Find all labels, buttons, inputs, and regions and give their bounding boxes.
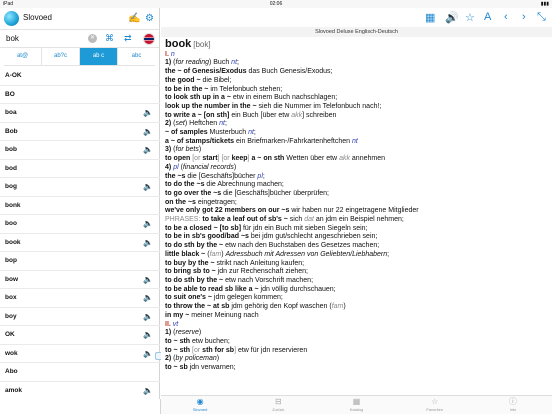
word-list-item[interactable]: book 🔈 <box>0 234 160 253</box>
word-list-item[interactable]: bop <box>0 252 160 271</box>
tab-zurück[interactable]: ⊟ Zurück <box>239 396 317 414</box>
word-label: Abo <box>5 368 18 375</box>
word-list-item[interactable]: wok 🔈 <box>0 345 160 364</box>
speaker-icon[interactable]: 🔈 <box>143 104 153 123</box>
language-flag-icon[interactable] <box>143 33 155 45</box>
status-bar: iPad 02:06 ▮▮▮ <box>0 0 552 8</box>
clock: 02:06 <box>269 1 283 7</box>
speaker-icon[interactable]: 🔈 <box>143 215 153 234</box>
left-bottom <box>0 399 161 414</box>
speaker-icon[interactable]: 🔈 <box>143 308 153 327</box>
word-label: A-OK <box>5 72 22 79</box>
word-label: Bob <box>5 127 18 135</box>
word-list: A-OK BO boa 🔈 Bob 🔈 bob 🔈 bod bog 🔈 bonk boo 🔈 book 🔈 bo… <box>0 67 160 400</box>
word-list-item[interactable]: OK 🔈 <box>0 326 160 345</box>
audio-icon[interactable]: 🔊 <box>445 11 459 24</box>
article-toolbar: ▦ 🔊 ☆ A ‹ › ⤡ <box>161 8 552 27</box>
tab-icon: ▦ <box>352 397 361 406</box>
tab-label: Zurück <box>272 407 285 412</box>
word-label: wok <box>5 349 18 357</box>
tab-icon: ⊟ <box>274 397 282 406</box>
dictionary-entry: book [bok] I. n 1) (for reading) Buch nt… <box>165 38 419 372</box>
word-label: boo <box>5 220 17 227</box>
word-list-item[interactable]: bog 🔈 <box>0 178 160 197</box>
speaker-icon[interactable]: 🔈 <box>143 141 153 160</box>
word-label: bow <box>5 275 18 283</box>
word-label: boy <box>5 312 17 320</box>
speaker-icon[interactable]: 🔈 <box>143 345 153 364</box>
word-list-item[interactable]: bow 🔈 <box>0 271 160 290</box>
word-label: book <box>5 238 21 246</box>
word-label: BO <box>5 90 15 98</box>
mode-fulltext[interactable]: ab c <box>80 48 118 65</box>
word-list-item[interactable]: A-OK <box>0 67 160 86</box>
text-size-icon[interactable]: A <box>484 11 491 23</box>
speaker-icon[interactable]: 🔈 <box>143 289 153 308</box>
grid-icon[interactable]: ▦ <box>425 11 435 24</box>
left-header: Slovoed ✍ ⚙ <box>0 8 159 30</box>
clear-search-icon[interactable]: ✕ <box>88 34 97 43</box>
tab-label: Info <box>509 407 517 412</box>
word-label: amok <box>5 386 22 394</box>
word-list-item[interactable]: boa 🔈 <box>0 104 160 123</box>
speaker-icon[interactable]: 🔈 <box>143 234 153 253</box>
word-label: bod <box>5 164 17 172</box>
word-label: OK <box>5 331 15 338</box>
word-list-item[interactable]: bonk <box>0 197 160 215</box>
speaker-icon[interactable]: 🔈 <box>143 326 153 345</box>
speaker-icon[interactable]: 🔈 <box>143 123 153 142</box>
tab-icon: ⓘ <box>508 397 517 406</box>
app-logo-icon <box>4 11 19 26</box>
speaker-icon[interactable]: 🔈 <box>143 178 153 197</box>
word-list-pane: Slovoed ✍ ⚙ bok ✕ ⌘ ⇄ at@ ab?c ab c abc … <box>0 8 160 400</box>
word-list-item[interactable]: Abo <box>0 363 160 382</box>
favorite-icon[interactable]: ☆ <box>465 11 475 24</box>
word-label: box <box>5 294 17 301</box>
speaker-icon[interactable]: 🔈 <box>143 271 153 290</box>
word-list-item[interactable]: Bob 🔈 <box>0 123 160 142</box>
mode-anagram[interactable]: abc <box>118 48 155 65</box>
search-input[interactable]: bok <box>3 32 99 46</box>
search-row: bok ✕ ⌘ ⇄ <box>0 30 159 48</box>
word-list-item[interactable]: boy 🔈 <box>0 308 160 327</box>
tab-katalog[interactable]: ▦ Katalog <box>317 396 395 414</box>
headword: book <box>165 38 192 50</box>
translate-icon[interactable]: ⇄ <box>124 33 132 44</box>
word-label: bog <box>5 183 17 190</box>
battery-icon: ▮▮▮ <box>540 1 549 7</box>
word-list-item[interactable]: bob 🔈 <box>0 141 160 160</box>
transcription: [bok] <box>193 40 211 49</box>
word-list-item[interactable]: boo 🔈 <box>0 215 160 234</box>
mode-wildcard[interactable]: at@ <box>4 48 42 65</box>
tab-label: Favoriten <box>426 407 444 412</box>
search-mode-icon[interactable]: ⌘ <box>105 33 114 44</box>
dictionary-title: Slovoed Deluxe Englisch-Deutsch <box>161 27 552 37</box>
word-list-item[interactable]: bod <box>0 160 160 178</box>
word-list-item[interactable]: box 🔈 <box>0 289 160 308</box>
tab-info[interactable]: ⓘ Info <box>474 396 552 414</box>
tab-label: Katalog <box>349 407 364 412</box>
tab-slovoed[interactable]: ◉ Slovoed <box>161 396 239 414</box>
fullscreen-icon[interactable]: ⤡ <box>537 11 546 24</box>
word-label: bop <box>5 257 17 264</box>
forward-icon[interactable]: › <box>522 11 526 23</box>
tab-icon: ◉ <box>196 397 204 406</box>
word-label: bob <box>5 146 17 153</box>
word-list-item[interactable]: amok 🔈 <box>0 382 160 401</box>
bottom-tab-bar: ◉ Slovoed ⊟ Zurück ▦ Katalog ☆ Favoriten ⓘ Info <box>161 395 552 414</box>
mode-fuzzy[interactable]: ab?c <box>42 48 80 65</box>
tab-icon: ☆ <box>431 397 439 406</box>
word-label: boa <box>5 109 17 116</box>
search-mode-tabs: at@ ab?c ab c abc <box>4 48 155 66</box>
word-list-item[interactable]: BO <box>0 86 160 104</box>
settings-icon[interactable]: ⚙ <box>145 13 154 24</box>
tab-label: Slovoed <box>192 407 208 412</box>
app-name: Slovoed <box>23 13 52 22</box>
word-label: bonk <box>5 201 21 209</box>
tab-favoriten[interactable]: ☆ Favoriten <box>396 396 474 414</box>
back-icon[interactable]: ‹ <box>504 11 508 23</box>
speaker-icon[interactable]: 🔈 <box>143 382 153 401</box>
handwriting-icon[interactable]: ✍ <box>128 13 140 24</box>
